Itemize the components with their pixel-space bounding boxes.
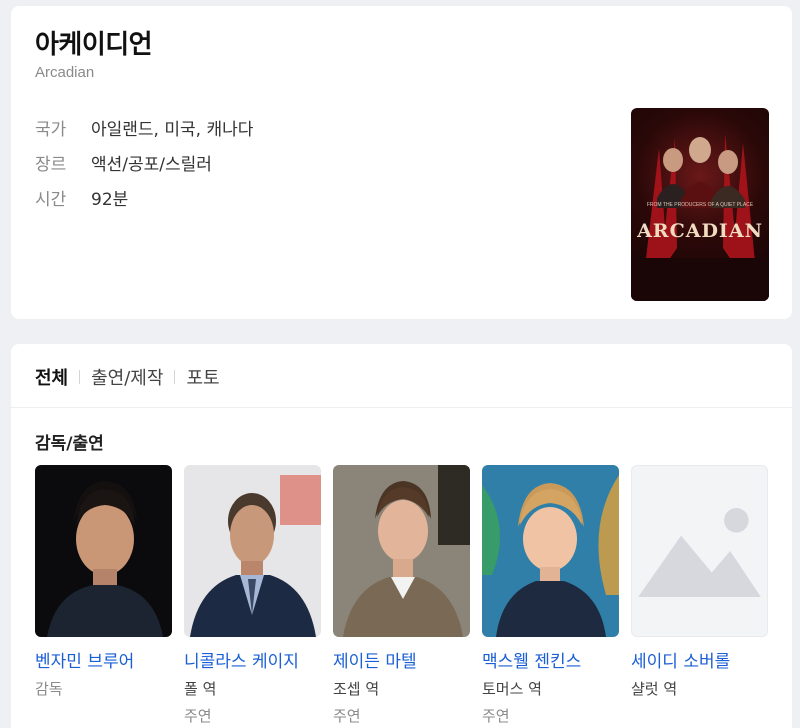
person-photo[interactable]: [333, 465, 470, 637]
poster-title: ARCADIAN: [637, 220, 763, 242]
meta-row-country: 국가 아일랜드, 미국, 캐나다: [35, 110, 253, 145]
tab-separator: [79, 370, 81, 384]
cast-item[interactable]: 세이디 소버롤 샬럿 역: [631, 465, 768, 726]
meta-value: 아일랜드, 미국, 캐나다: [91, 120, 254, 140]
person-name[interactable]: 니콜라스 케이지: [184, 647, 321, 672]
tab-all[interactable]: 전체: [35, 364, 68, 390]
person-photo-placeholder[interactable]: [631, 465, 768, 637]
section-title: 감독/출연: [35, 434, 104, 454]
person-name[interactable]: 세이디 소버롤: [631, 647, 768, 672]
meta-key: 시간: [35, 190, 67, 210]
person-photo-art: [35, 465, 172, 637]
cast-item[interactable]: 맥스웰 젠킨스 토머스 역 주연: [482, 465, 619, 726]
tab-separator: [174, 370, 176, 384]
person-role: 토머스 역: [482, 680, 542, 698]
person-photo[interactable]: [184, 465, 321, 637]
cast-item[interactable]: 벤자민 브루어 감독: [35, 465, 172, 726]
person-name[interactable]: 벤자민 브루어: [35, 647, 172, 672]
tab-cast-crew[interactable]: 출연/제작: [91, 364, 163, 390]
movie-title: 아케이디언: [35, 30, 153, 60]
cast-card: 전체 출연/제작 포토 감독/출연 벤자민 브루어 감독 니콜라스 케이지 폴 …: [11, 344, 792, 728]
person-credit-type: 주연: [184, 707, 212, 725]
person-name[interactable]: 맥스웰 젠킨스: [482, 647, 619, 672]
person-photo[interactable]: [482, 465, 619, 637]
person-credit-type: 주연: [333, 707, 361, 725]
poster-tagline: FROM THE PRODUCERS OF A QUIET PLACE: [646, 202, 754, 208]
movie-original-title: Arcadian: [35, 64, 95, 81]
person-photo-art: [184, 465, 321, 637]
person-photo-art: [333, 465, 470, 637]
tab-photos[interactable]: 포토: [186, 364, 219, 390]
cast-list: 벤자민 브루어 감독 니콜라스 케이지 폴 역 주연 제이든 마텔 조셉 역 주…: [35, 465, 768, 726]
cast-item[interactable]: 니콜라스 케이지 폴 역 주연: [184, 465, 321, 726]
section-tabs: 전체 출연/제작 포토: [35, 364, 220, 390]
movie-info-card: 아케이디언 Arcadian 국가 아일랜드, 미국, 캐나다 장르 액션/공포…: [11, 6, 792, 319]
cast-item[interactable]: 제이든 마텔 조셉 역 주연: [333, 465, 470, 726]
person-role: 조셉 역: [333, 680, 380, 698]
tabs-divider: [11, 407, 792, 408]
person-role: 샬럿 역: [631, 680, 678, 698]
person-role: 감독: [35, 680, 63, 698]
person-role: 폴 역: [184, 680, 217, 698]
person-name[interactable]: 제이든 마텔: [333, 647, 470, 672]
movie-meta: 국가 아일랜드, 미국, 캐나다 장르 액션/공포/스릴러 시간 92분: [35, 110, 253, 215]
meta-key: 장르: [35, 155, 67, 175]
person-photo-art: [482, 465, 619, 637]
meta-key: 국가: [35, 120, 67, 140]
meta-value: 액션/공포/스릴러: [91, 155, 212, 175]
meta-row-runtime: 시간 92분: [35, 180, 253, 215]
person-credit-type: 주연: [482, 707, 510, 725]
movie-poster[interactable]: FROM THE PRODUCERS OF A QUIET PLACE ARCA…: [631, 108, 769, 301]
meta-value: 92분: [91, 190, 129, 210]
image-placeholder-icon: [638, 508, 761, 598]
person-photo[interactable]: [35, 465, 172, 637]
meta-row-genre: 장르 액션/공포/스릴러: [35, 145, 253, 180]
